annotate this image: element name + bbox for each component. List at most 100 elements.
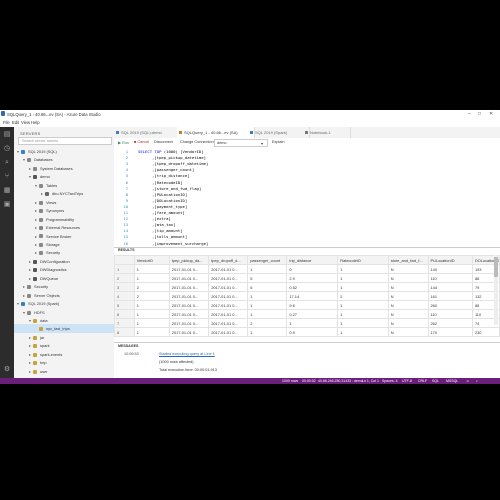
notebook-icon[interactable]: ▣ — [3, 201, 11, 209]
code-line[interactable]: ,[extra] — [138, 216, 171, 221]
maximize-icon[interactable]: □ — [478, 111, 481, 117]
table-row[interactable]: 5 1 2017-01-01 0... 2017-01-01 0... 1 9.6 1 N 26… — [114, 300, 500, 310]
table-cell[interactable]: 0.27 — [286, 309, 339, 319]
table-cell[interactable]: 2017-01-01 0... — [168, 264, 210, 274]
code-line[interactable]: ,[mta_tax] — [138, 222, 175, 227]
table-cell[interactable]: 17.14 — [286, 291, 339, 301]
close-icon[interactable]: ✕ — [489, 111, 493, 117]
table-cell[interactable]: 2017-01-01 0... — [208, 327, 249, 337]
column-header[interactable]: passenger_count — [247, 255, 288, 265]
table-cell[interactable]: 230 — [471, 327, 500, 337]
table-cell[interactable]: 5 — [247, 273, 288, 283]
status-language[interactable]: SQL — [432, 379, 439, 383]
table-cell[interactable]: 2 — [247, 318, 288, 328]
table-cell[interactable]: 1 — [337, 282, 389, 292]
code-line[interactable]: ,[DOLocationID] — [138, 198, 187, 203]
cancel-button[interactable]: ■ Cancel — [134, 140, 149, 144]
table-cell[interactable]: 1 — [247, 309, 288, 319]
table-cell[interactable]: 9.6 — [286, 300, 339, 310]
code-line[interactable]: ,[passenger_count] — [138, 167, 194, 172]
table-cell[interactable]: 2 — [337, 291, 389, 301]
column-header[interactable] — [114, 255, 135, 265]
status-provider[interactable]: MSSQL — [446, 379, 458, 383]
table-cell[interactable]: 2017-01-01 0... — [168, 309, 210, 319]
table-cell[interactable]: 1 — [133, 264, 170, 274]
code-line[interactable]: ,[PULocationID] — [138, 192, 187, 197]
table-cell[interactable]: 2017-01-01 0... — [208, 309, 249, 319]
row-number[interactable]: 4 — [114, 291, 135, 301]
table-cell[interactable]: 1 — [337, 273, 389, 283]
tab-spark[interactable]: SQL 2019 (Spark) — [248, 127, 310, 138]
database-select[interactable]: demo ▾ — [214, 139, 268, 147]
menu-view[interactable]: View — [21, 120, 30, 125]
status-spaces[interactable]: Spaces: 4 — [382, 379, 398, 383]
table-cell[interactable]: 144 — [427, 282, 473, 292]
code-line[interactable]: ,[fare_amount] — [138, 210, 185, 215]
server-search-input[interactable]: Search server names — [18, 137, 112, 145]
table-cell[interactable]: 0 — [286, 264, 339, 274]
source-control-icon[interactable]: ⑂ — [3, 173, 11, 181]
code-line[interactable]: ,[payment_type] — [138, 204, 187, 209]
table-cell[interactable]: 1 — [133, 318, 170, 328]
table-cell[interactable]: 1 — [337, 264, 389, 274]
tab-notebook[interactable]: Notebook-1 — [303, 127, 351, 138]
code-line[interactable]: ,[tip_amount] — [138, 228, 182, 233]
code-line[interactable]: ,[tolls_amount] — [138, 234, 187, 239]
extensions-icon[interactable]: ▦ — [3, 187, 11, 195]
table-cell[interactable]: 1 — [133, 273, 170, 283]
table-cell[interactable]: 2017-01-01 0... — [168, 318, 210, 328]
column-header[interactable]: PULocationID — [427, 255, 473, 265]
table-cell[interactable]: 2017-01-01 0... — [168, 282, 210, 292]
column-header[interactable]: trip_distance — [286, 255, 339, 265]
code-line[interactable]: ,[trip_distance] — [138, 173, 190, 178]
table-row[interactable]: 4 2 2017-01-01 0... 2017-01-01 0... 1 17.14 2 N… — [114, 291, 500, 301]
table-row[interactable]: 8 1 2017-01-01 0... 2017-01-01 0... 1 0.9 1 N 17… — [114, 327, 500, 337]
table-cell[interactable]: 140 — [427, 264, 473, 274]
settings-gear-icon[interactable]: ⚙ — [3, 366, 11, 374]
tree-item[interactable]: ▸ user — [14, 367, 114, 376]
table-cell[interactable]: 1 — [337, 300, 389, 310]
results-grid[interactable]: VendorID tpep_pickup_da... tpep_dropoff_d.… — [114, 255, 500, 337]
minimize-icon[interactable]: – — [468, 111, 471, 117]
table-cell[interactable]: N — [387, 291, 429, 301]
table-cell[interactable]: 161 — [427, 291, 473, 301]
table-cell[interactable]: 2017-01-01 0... — [208, 300, 249, 310]
table-cell[interactable]: N — [387, 300, 429, 310]
tab-sqlquery-1[interactable]: SQLQuery_1 - 40.66...ev (SA) — [177, 127, 255, 138]
table-cell[interactable]: 0.9 — [286, 327, 339, 337]
task-history-icon[interactable]: ◷ — [3, 145, 11, 153]
code-line[interactable]: ,[improvement_surcharge] — [138, 241, 208, 246]
menu-edit[interactable]: Edit — [12, 120, 19, 125]
table-cell[interactable]: 1 — [247, 327, 288, 337]
smiley-icon[interactable]: ☺ — [466, 379, 470, 383]
table-cell[interactable]: 110 — [427, 273, 473, 283]
table-row[interactable]: 2 1 2017-01-01 0... 2017-01-01 0... 5 2.9 1 N 11… — [114, 273, 500, 283]
row-number[interactable]: 8 — [114, 327, 135, 337]
table-cell[interactable]: N — [387, 327, 429, 337]
table-cell[interactable]: N — [387, 264, 429, 274]
code-line[interactable]: ,[tpep_pickup_datetime] — [138, 155, 206, 160]
disconnect-button[interactable]: Disconnect — [154, 140, 173, 144]
tab-sql-demo[interactable]: SQL 2019 (SQL):demo — [114, 127, 184, 138]
table-row[interactable]: 3 2 2017-01-01 0... 2017-01-01 0... 6 0.52 1 N 1… — [114, 282, 500, 292]
status-server[interactable]: 40.68.246.250,31433 : demo — [318, 379, 363, 383]
code-line[interactable]: SELECT TOP (1000) [VendorID] — [138, 149, 204, 154]
column-header[interactable]: RatecodeID — [337, 255, 389, 265]
table-cell[interactable]: N — [387, 318, 429, 328]
table-cell[interactable]: 2017-01-01 0... — [208, 264, 249, 274]
table-cell[interactable]: 1 — [247, 264, 288, 274]
table-cell[interactable]: 1 — [337, 327, 389, 337]
table-cell[interactable]: 2017-01-01 0... — [208, 282, 249, 292]
table-cell[interactable]: 2017-01-01 0... — [168, 291, 210, 301]
table-cell[interactable]: N — [387, 282, 429, 292]
table-cell[interactable]: 1 — [286, 318, 339, 328]
menu-file[interactable]: File — [3, 120, 10, 125]
row-number[interactable]: 7 — [114, 318, 135, 328]
row-number[interactable]: 2 — [114, 273, 135, 283]
row-number[interactable]: 3 — [114, 282, 135, 292]
status-eol[interactable]: CRLF — [418, 379, 427, 383]
table-cell[interactable]: 1 — [133, 300, 170, 310]
table-cell[interactable]: N — [387, 273, 429, 283]
code-line[interactable]: ,[RatecodeID] — [138, 180, 182, 185]
column-header[interactable]: VendorID — [133, 255, 170, 265]
